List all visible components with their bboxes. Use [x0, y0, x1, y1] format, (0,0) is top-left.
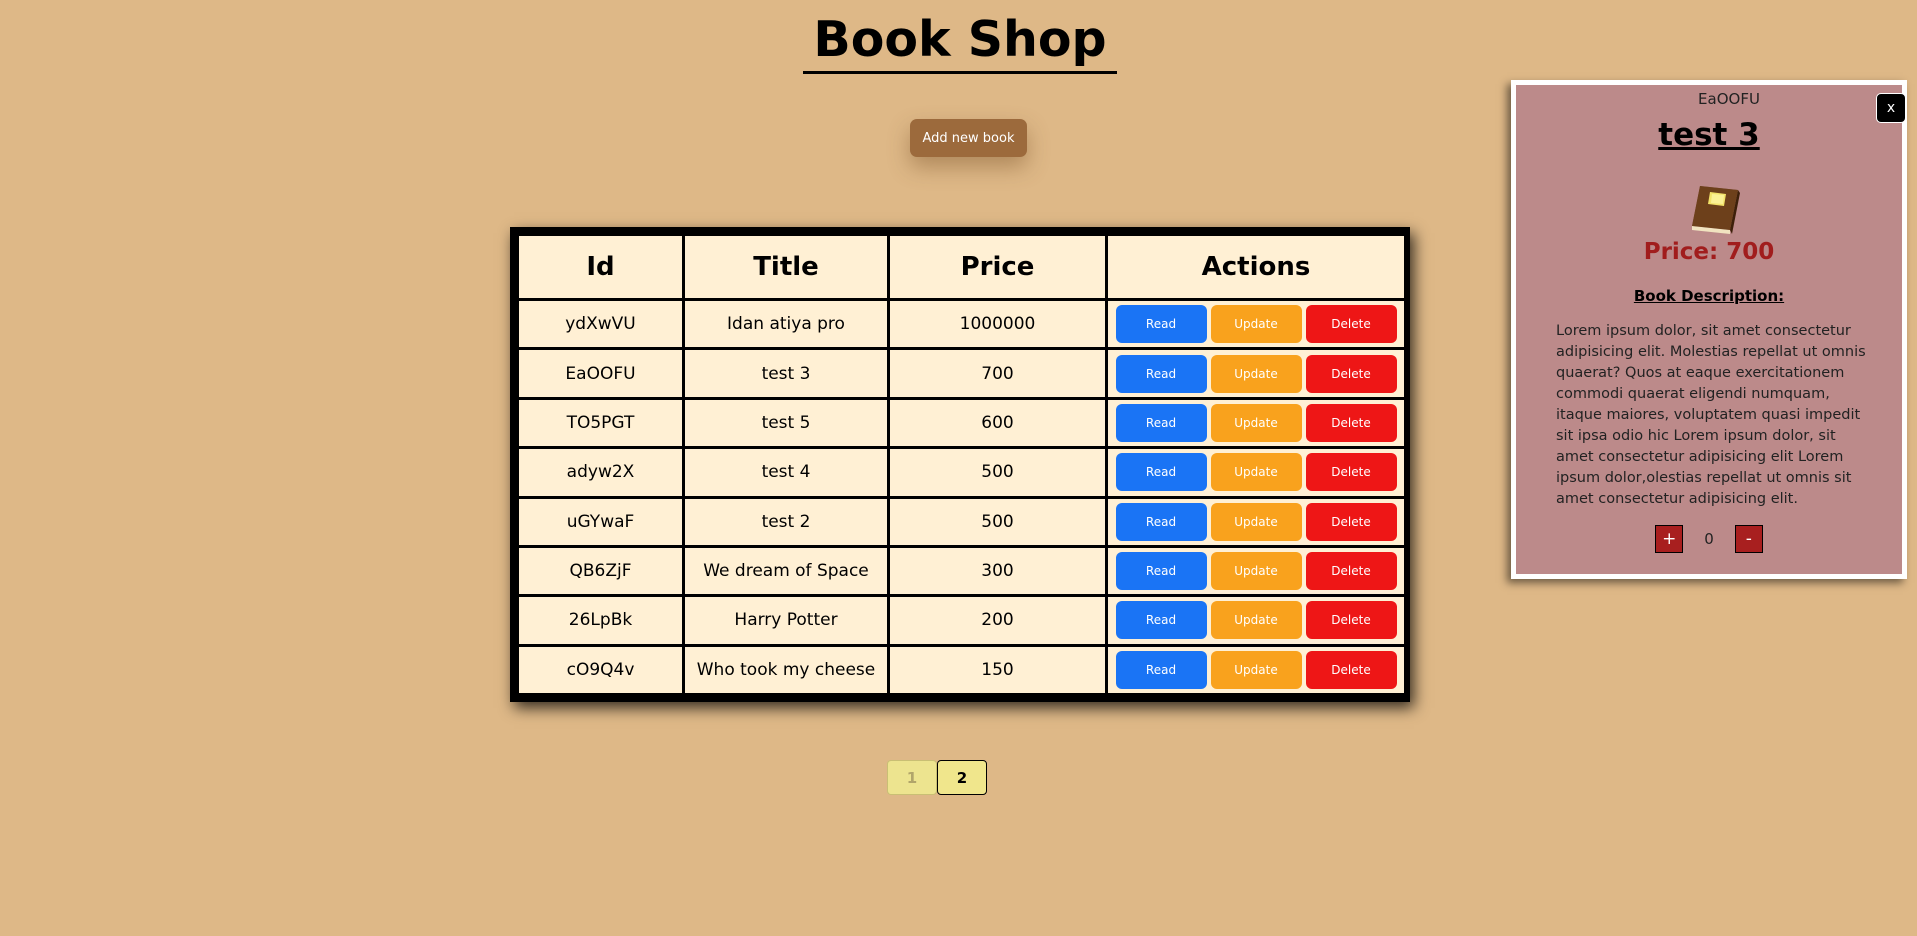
table-row: ydXwVU Idan atiya pro 1000000 Read Update Del…: [516, 297, 1407, 351]
cell-title: test 3: [682, 347, 890, 400]
read-button[interactable]: Read: [1115, 354, 1207, 393]
delete-button[interactable]: Delete: [1305, 453, 1397, 492]
table-body: ydXwVU Idan atiya pro 1000000 Read Update Del…: [516, 297, 1407, 697]
book-icon: [1692, 186, 1740, 234]
page-button-1[interactable]: 1: [887, 760, 937, 795]
quantity-value: 0: [1704, 530, 1714, 548]
cell-actions: Read Update Delete: [1105, 495, 1407, 548]
cell-price: 700: [887, 347, 1108, 400]
detail-price: Price: 700: [1643, 239, 1775, 265]
column-header-title: Title: [682, 233, 890, 301]
cell-price: 300: [887, 544, 1108, 598]
books-table-container: Id Title Price Actions ydXwVU Idan atiya …: [510, 227, 1410, 702]
cell-actions: Read Update Delete: [1105, 446, 1407, 499]
cell-id: adyw2X: [516, 446, 685, 499]
detail-book-id: EaOOFU: [1698, 90, 1760, 108]
read-button[interactable]: Read: [1115, 453, 1207, 492]
update-button[interactable]: Update: [1210, 552, 1302, 591]
cell-actions: Read Update Delete: [1105, 396, 1407, 450]
cell-price: 1000000: [887, 297, 1108, 351]
table-row: TO5PGT test 5 600 Read Update Delete: [516, 396, 1407, 450]
cell-actions: Read Update Delete: [1105, 347, 1407, 400]
cell-id: cO9Q4v: [516, 643, 685, 697]
update-button[interactable]: Update: [1210, 502, 1302, 541]
decrement-button[interactable]: -: [1734, 525, 1763, 553]
cell-title: Who took my cheese: [682, 643, 890, 697]
book-detail-panel: EaOOFU x test 3 Price: 700 Book Descript…: [1511, 80, 1907, 579]
increment-button[interactable]: +: [1655, 525, 1684, 553]
cell-title: test 5: [682, 396, 890, 450]
delete-button[interactable]: Delete: [1305, 502, 1397, 541]
detail-book-title: test 3: [1658, 117, 1760, 153]
update-button[interactable]: Update: [1210, 453, 1302, 492]
table-header-row: Id Title Price Actions: [516, 233, 1407, 301]
read-button[interactable]: Read: [1115, 502, 1207, 541]
update-button[interactable]: Update: [1210, 403, 1302, 442]
cell-title: test 4: [682, 446, 890, 499]
delete-button[interactable]: Delete: [1305, 354, 1397, 393]
delete-button[interactable]: Delete: [1305, 650, 1397, 689]
update-button[interactable]: Update: [1210, 354, 1302, 393]
cell-actions: Read Update Delete: [1105, 297, 1407, 351]
description-text: Lorem ipsum dolor, sit amet consectetur …: [1556, 323, 1866, 507]
cell-price: 600: [887, 396, 1108, 450]
add-new-book-button[interactable]: Add new book: [910, 119, 1027, 157]
cell-actions: Read Update Delete: [1105, 643, 1407, 697]
read-button[interactable]: Read: [1115, 552, 1207, 591]
table-row: adyw2X test 4 500 Read Update Delete: [516, 446, 1407, 499]
description-heading: Book Description:: [1633, 287, 1785, 305]
table-row: cO9Q4v Who took my cheese 150 Read Update Del…: [516, 643, 1407, 697]
table-row: EaOOFU test 3 700 Read Update Delete: [516, 347, 1407, 400]
cell-id: uGYwaF: [516, 495, 685, 548]
cell-title: Harry Potter: [682, 594, 890, 647]
cell-id: TO5PGT: [516, 396, 685, 450]
delete-button[interactable]: Delete: [1305, 601, 1397, 640]
cell-actions: Read Update Delete: [1105, 594, 1407, 647]
cell-actions: Read Update Delete: [1105, 544, 1407, 598]
update-button[interactable]: Update: [1210, 601, 1302, 640]
pagination: 12: [887, 760, 987, 795]
cell-price: 200: [887, 594, 1108, 647]
read-button[interactable]: Read: [1115, 403, 1207, 442]
cell-title: Idan atiya pro: [682, 297, 890, 351]
read-button[interactable]: Read: [1115, 601, 1207, 640]
cell-title: test 2: [682, 495, 890, 548]
delete-button[interactable]: Delete: [1305, 305, 1397, 344]
table-row: QB6ZjF We dream of Space 300 Read Update Dele…: [516, 544, 1407, 598]
read-button[interactable]: Read: [1115, 305, 1207, 344]
column-header-id: Id: [516, 233, 685, 301]
cell-price: 500: [887, 446, 1108, 499]
books-table: Id Title Price Actions ydXwVU Idan atiya …: [516, 233, 1407, 697]
cell-id: 26LpBk: [516, 594, 685, 647]
cell-price: 500: [887, 495, 1108, 548]
page-button-2[interactable]: 2: [937, 760, 987, 795]
cell-id: QB6ZjF: [516, 544, 685, 598]
update-button[interactable]: Update: [1210, 305, 1302, 344]
column-header-price: Price: [887, 233, 1108, 301]
quantity-stepper: + 0 -: [1516, 525, 1902, 553]
page-title: Book Shop: [803, 6, 1117, 74]
table-row: 26LpBk Harry Potter 200 Read Update Delete: [516, 594, 1407, 647]
cell-title: We dream of Space: [682, 544, 890, 598]
cell-id: EaOOFU: [516, 347, 685, 400]
delete-button[interactable]: Delete: [1305, 552, 1397, 591]
read-button[interactable]: Read: [1115, 650, 1207, 689]
table-row: uGYwaF test 2 500 Read Update Delete: [516, 495, 1407, 548]
cell-id: ydXwVU: [516, 297, 685, 351]
update-button[interactable]: Update: [1210, 650, 1302, 689]
delete-button[interactable]: Delete: [1305, 403, 1397, 442]
column-header-actions: Actions: [1105, 233, 1407, 301]
cell-price: 150: [887, 643, 1108, 697]
